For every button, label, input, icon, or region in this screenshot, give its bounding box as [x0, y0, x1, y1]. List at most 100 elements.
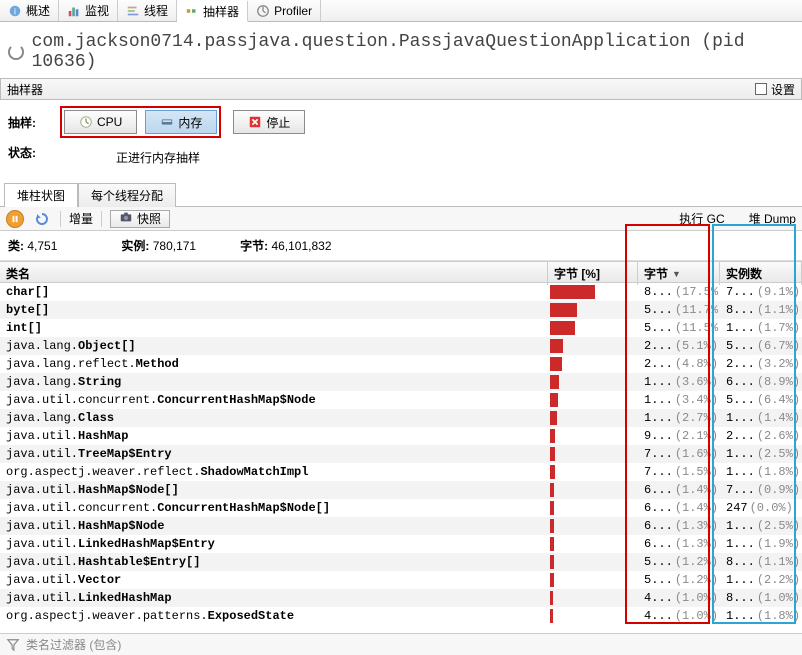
total-bytes: 46,101,832 [271, 239, 331, 253]
stop-button[interactable]: 停止 [233, 110, 305, 134]
table-row[interactable]: byte[]5...(11.7%)8...(1.1%) [0, 301, 802, 319]
funnel-icon [6, 638, 20, 652]
subtab-per-thread[interactable]: 每个线程分配 [78, 183, 176, 207]
snapshot-button[interactable]: 快照 [110, 210, 170, 228]
table-row[interactable]: java.lang.Class1...(2.7%)1...(1.4%) [0, 409, 802, 427]
memory-icon [160, 115, 174, 129]
instances-cell: 1...(2.5%) [720, 445, 802, 463]
bytes-bar-cell [548, 589, 638, 607]
table-row[interactable]: org.aspectj.weaver.reflect.ShadowMatchIm… [0, 463, 802, 481]
cpu-button[interactable]: CPU [64, 110, 137, 134]
bytes-bar-cell [548, 319, 638, 337]
memory-button[interactable]: 内存 [145, 110, 217, 134]
bytes-bar-cell [548, 553, 638, 571]
bytes-bar-cell [548, 337, 638, 355]
instances-cell: 8...(1.0%) [720, 589, 802, 607]
table-row[interactable]: java.util.TreeMap$Entry7...(1.6%)1...(2.… [0, 445, 802, 463]
table-row[interactable]: org.aspectj.weaver.patterns.ExposedState… [0, 607, 802, 625]
clock-icon [79, 115, 93, 129]
tab-overview[interactable]: i 概述 [0, 0, 59, 21]
bytes-bar-cell [548, 571, 638, 589]
tab-sampler[interactable]: 抽样器 [177, 1, 248, 22]
bytes-cell: 8...(17.5%) [638, 283, 720, 301]
info-icon: i [8, 4, 22, 18]
sub-tabs: 堆柱状图 每个线程分配 [0, 182, 802, 207]
class-name-cell: java.util.Vector [0, 571, 548, 589]
tab-label: 监视 [85, 2, 109, 19]
settings-toggle[interactable]: 设置 [755, 81, 795, 98]
button-label: CPU [97, 115, 122, 129]
table-row[interactable]: java.lang.String1...(3.6%)6...(8.9%) [0, 373, 802, 391]
bytes-cell: 5...(1.2%) [638, 553, 720, 571]
bytes-cell: 1...(3.6%) [638, 373, 720, 391]
bytes-bar-cell [548, 535, 638, 553]
table-toolbar: 增量 快照 执行 GC 堆 Dump [0, 207, 802, 231]
delta-label[interactable]: 增量 [69, 210, 93, 227]
tab-label: 抽样器 [203, 3, 239, 20]
table-row[interactable]: java.util.HashMap$Node6...(1.3%)1...(2.5… [0, 517, 802, 535]
bytes-cell: 4...(1.0%) [638, 607, 720, 625]
bytes-cell: 6...(1.4%) [638, 481, 720, 499]
top-tabs: i 概述 监视 线程 抽样器 Profiler [0, 0, 802, 22]
instances-cell: 1...(2.5%) [720, 517, 802, 535]
total-classes-label: 类: [8, 239, 24, 253]
table-row[interactable]: java.util.LinkedHashMap4...(1.0%)8...(1.… [0, 589, 802, 607]
col-bytes[interactable]: 字节▼ [638, 262, 720, 285]
panel-title: 抽样器 [7, 81, 43, 98]
class-name-cell: java.util.concurrent.ConcurrentHashMap$N… [0, 499, 548, 517]
class-name-cell: java.util.HashMap$Node [0, 517, 548, 535]
table-row[interactable]: java.lang.reflect.Method2...(4.8%)2...(3… [0, 355, 802, 373]
table-row[interactable]: java.util.Hashtable$Entry[]5...(1.2%)8..… [0, 553, 802, 571]
bytes-cell: 5...(11.5%) [638, 319, 720, 337]
class-name-cell: java.util.HashMap [0, 427, 548, 445]
col-instances[interactable]: 实例数 [720, 262, 802, 285]
tab-threads[interactable]: 线程 [118, 0, 177, 21]
bytes-bar-cell [548, 427, 638, 445]
table-row[interactable]: char[]8...(17.5%)7...(9.1%) [0, 283, 802, 301]
class-name-cell: java.util.concurrent.ConcurrentHashMap$N… [0, 391, 548, 409]
bytes-cell: 2...(5.1%) [638, 337, 720, 355]
run-gc-button[interactable]: 执行 GC [679, 210, 724, 227]
class-name-cell: java.lang.Class [0, 409, 548, 427]
instances-cell: 7...(0.9%) [720, 481, 802, 499]
bytes-cell: 4...(1.0%) [638, 589, 720, 607]
tab-profiler[interactable]: Profiler [248, 0, 321, 21]
state-label: 状态: [8, 144, 48, 161]
table-row[interactable]: java.util.LinkedHashMap$Entry6...(1.3%)1… [0, 535, 802, 553]
app-title: com.jackson0714.passjava.question.Passja… [32, 32, 794, 72]
heap-dump-button[interactable]: 堆 Dump [749, 210, 796, 227]
col-name[interactable]: 类名 [0, 262, 548, 285]
table-row[interactable]: java.util.HashMap$Node[] 6...(1.4%)7...(0… [0, 481, 802, 499]
highlight-box: CPU 内存 [60, 106, 221, 138]
tab-monitor[interactable]: 监视 [59, 0, 118, 21]
col-bytes-pct[interactable]: 字节 [%] [548, 262, 638, 285]
total-bytes-label: 字节: [240, 239, 268, 253]
refresh-button[interactable] [32, 210, 52, 228]
tab-label: Profiler [274, 4, 312, 18]
instances-cell: 1...(1.4%) [720, 409, 802, 427]
filter-bar[interactable]: 类名过滤器 (包含) [0, 633, 802, 655]
class-name-cell: org.aspectj.weaver.patterns.ExposedState [0, 607, 548, 625]
class-name-cell: int[] [0, 319, 548, 337]
pause-button[interactable] [6, 210, 24, 228]
instances-cell: 5...(6.7%) [720, 337, 802, 355]
panel-header: 抽样器 设置 [0, 78, 802, 100]
table-row[interactable]: java.util.concurrent.ConcurrentHashMap$N… [0, 391, 802, 409]
table-row[interactable]: java.util.HashMap9...(2.1%)2...(2.6%) [0, 427, 802, 445]
class-name-cell: java.lang.Object[] [0, 337, 548, 355]
subtab-histogram[interactable]: 堆柱状图 [4, 183, 78, 207]
instances-cell: 8...(1.1%) [720, 301, 802, 319]
bytes-cell: 1...(3.4%) [638, 391, 720, 409]
instances-cell: 6...(8.9%) [720, 373, 802, 391]
table-row[interactable]: java.util.concurrent.ConcurrentHashMap$N… [0, 499, 802, 517]
bytes-bar-cell [548, 301, 638, 319]
class-name-cell: char[] [0, 283, 548, 301]
table-row[interactable]: java.lang.Object[] 2...(5.1%)5...(6.7%) [0, 337, 802, 355]
class-name-cell: java.util.HashMap$Node[] [0, 481, 548, 499]
bytes-bar-cell [548, 517, 638, 535]
instances-cell: 2...(2.6%) [720, 427, 802, 445]
table-row[interactable]: java.util.Vector5...(1.2%)1...(2.2%) [0, 571, 802, 589]
table-row[interactable]: int[]5...(11.5%)1...(1.7%) [0, 319, 802, 337]
sort-desc-icon: ▼ [672, 269, 681, 279]
bytes-bar-cell [548, 463, 638, 481]
